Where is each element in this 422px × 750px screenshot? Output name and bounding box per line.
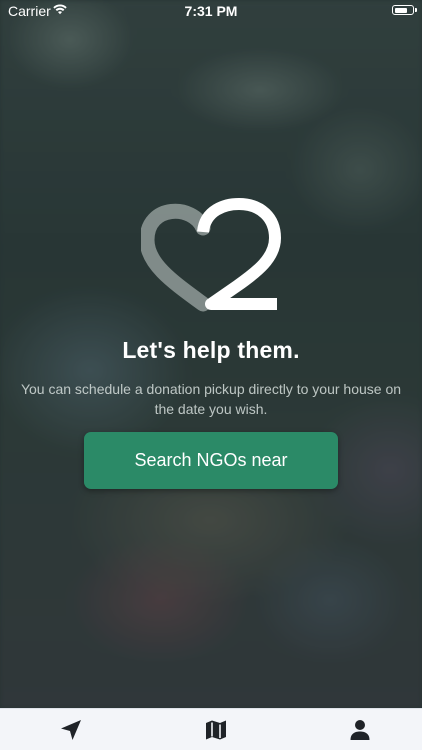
map-icon bbox=[205, 720, 226, 739]
user-icon bbox=[350, 719, 370, 740]
page-subtitle: You can schedule a donation pickup direc… bbox=[20, 381, 402, 417]
battery-icon bbox=[392, 5, 417, 15]
tab-profile[interactable] bbox=[346, 716, 374, 744]
status-bar: Carrier 7:31 PM bbox=[0, 0, 422, 22]
tab-bar bbox=[0, 708, 422, 750]
heart-2-logo-icon bbox=[141, 198, 281, 312]
clock: 7:31 PM bbox=[184, 3, 238, 19]
search-ngos-button[interactable]: Search NGOs near bbox=[84, 432, 338, 489]
page-title: Let's help them. bbox=[122, 337, 300, 363]
tab-navigation[interactable] bbox=[57, 716, 85, 744]
tab-map[interactable] bbox=[202, 716, 230, 744]
navigation-arrow-icon bbox=[61, 719, 81, 740]
app-screen: Carrier 7:31 PM Let's help them. You can… bbox=[0, 0, 422, 750]
